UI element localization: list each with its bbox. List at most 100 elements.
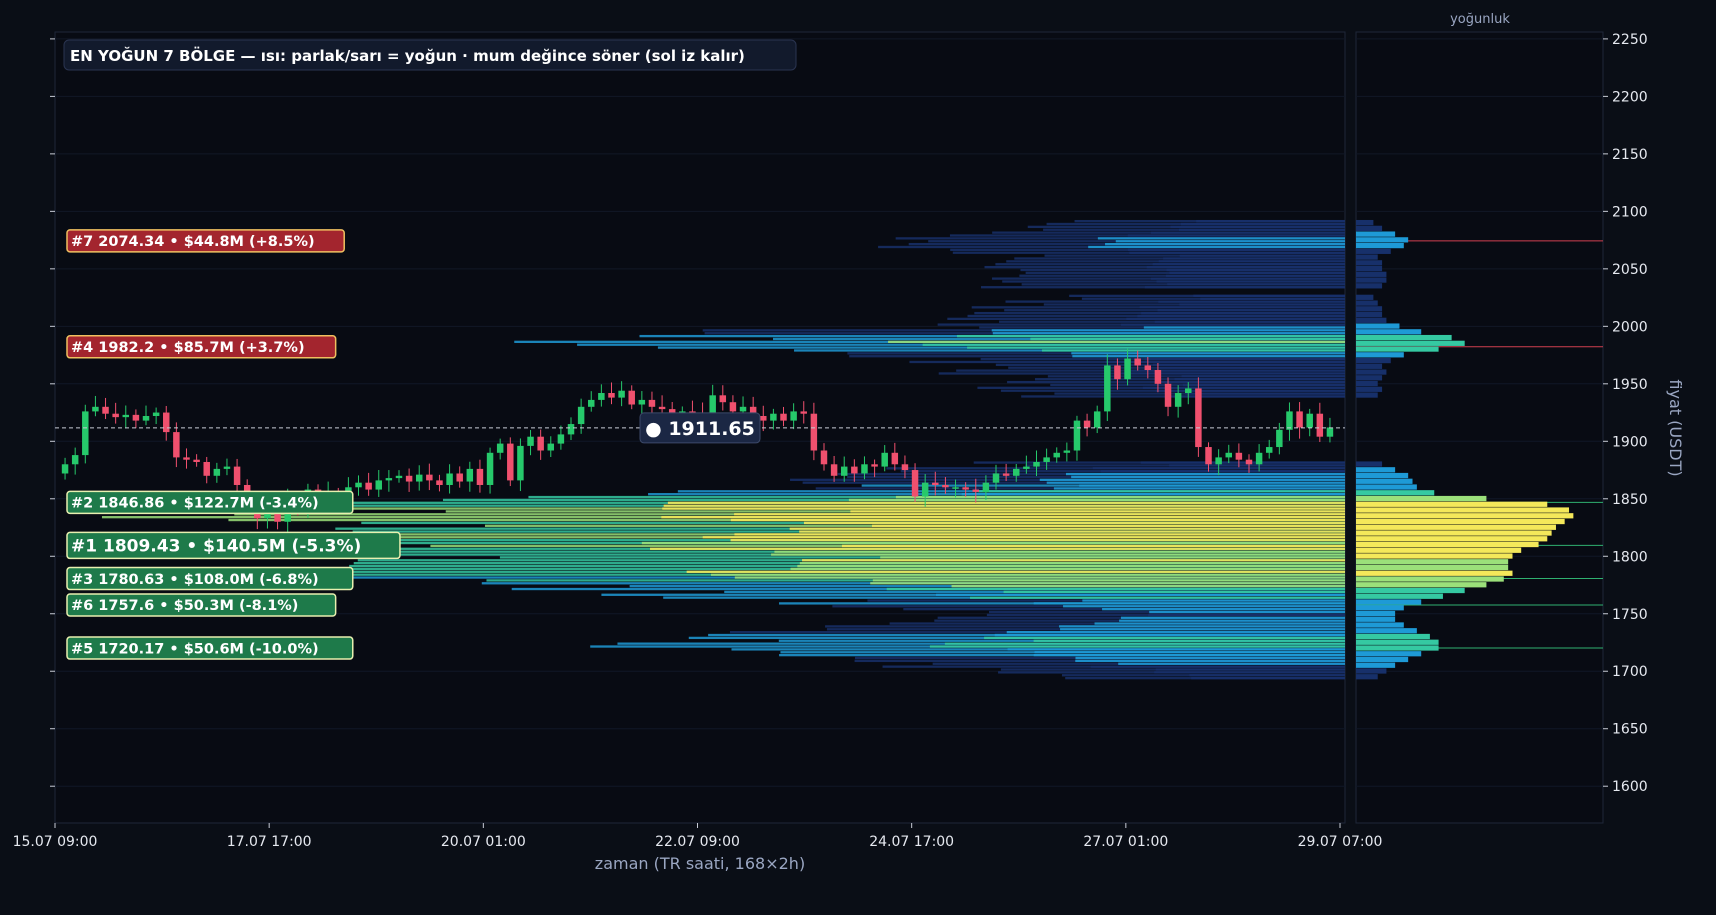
- heat-band-core: [1033, 639, 1345, 642]
- candle-body: [1063, 450, 1071, 453]
- candle-body: [800, 411, 807, 414]
- heat-band-core: [1154, 671, 1345, 674]
- density-bar: [1356, 536, 1548, 542]
- density-bar: [1356, 530, 1552, 536]
- candle-body: [173, 432, 180, 458]
- density-bar: [1356, 576, 1504, 582]
- heat-band-core: [1155, 668, 1345, 671]
- density-bar: [1356, 242, 1404, 249]
- candle-body: [1225, 452, 1232, 458]
- heat-band-core: [1071, 352, 1345, 355]
- heat-band-core: [1154, 320, 1345, 323]
- candle-body: [952, 487, 959, 489]
- heat-band-core: [1166, 395, 1345, 398]
- y-tick-label: 2150: [1612, 147, 1648, 163]
- y-tick-label: 2250: [1612, 32, 1648, 48]
- candle-body: [142, 416, 150, 421]
- candle-body: [213, 468, 221, 476]
- candle-body: [547, 443, 555, 451]
- y-tick-label: 1900: [1612, 434, 1648, 450]
- heat-band-core: [1079, 484, 1345, 487]
- heat-band-core: [1046, 481, 1345, 484]
- candle-body: [71, 455, 79, 465]
- heat-band-core: [1090, 665, 1345, 668]
- heat-band-core: [1075, 659, 1345, 663]
- candle-body: [577, 406, 585, 425]
- candle-body: [426, 474, 433, 481]
- density-bar: [1356, 363, 1383, 369]
- candle-body: [830, 464, 838, 476]
- heat-band-core: [667, 501, 1345, 504]
- density-bar: [1356, 329, 1422, 335]
- density-bar: [1356, 334, 1452, 341]
- heat-band-core: [1065, 472, 1345, 476]
- x-tick-label: 29.07 07:00: [1298, 834, 1383, 850]
- candle-body: [1124, 358, 1131, 380]
- heat-band-core: [871, 524, 1345, 527]
- candle-body: [1164, 383, 1172, 407]
- density-bar: [1356, 472, 1409, 479]
- zone-label-rank-2: #2 1846.86 • $122.7M (-3.4%): [71, 496, 319, 512]
- y-tick-label: 1600: [1612, 779, 1648, 795]
- density-bar: [1356, 346, 1439, 352]
- candle-body: [608, 393, 615, 398]
- heat-band-core: [1144, 357, 1345, 361]
- candle-body: [982, 482, 990, 492]
- candle-body: [1114, 365, 1121, 380]
- candle-body: [729, 402, 737, 412]
- heat-band-core: [702, 536, 1345, 539]
- candle-body: [1083, 420, 1091, 428]
- candle-body: [1043, 457, 1050, 462]
- candle-body: [1296, 411, 1303, 428]
- candle-body: [385, 478, 393, 481]
- heat-band-core: [1127, 234, 1345, 237]
- heat-band-core: [870, 582, 1345, 585]
- heat-band-core: [1159, 366, 1345, 369]
- density-bar: [1356, 639, 1439, 645]
- candle-body: [810, 413, 818, 451]
- candle-body: [496, 443, 504, 453]
- y-tick-label: 1750: [1612, 607, 1648, 623]
- heat-band-core: [850, 510, 1345, 513]
- heat-band-core: [1143, 326, 1345, 329]
- heat-band-core: [1156, 280, 1345, 283]
- heat-band-core: [1003, 590, 1345, 594]
- heat-band-core: [1152, 363, 1345, 366]
- candle-body: [598, 393, 605, 400]
- heat-band-core: [1063, 605, 1345, 608]
- candle-body: [1154, 370, 1162, 384]
- heat-band-core: [961, 493, 1345, 496]
- candle-body: [932, 482, 939, 485]
- heat-band-core: [994, 633, 1345, 637]
- candle-body: [446, 473, 453, 485]
- heat-band-core: [1189, 674, 1345, 677]
- heat-band-core: [1179, 254, 1345, 257]
- heat-band-core: [1115, 240, 1345, 243]
- heat-band-core: [1105, 360, 1345, 364]
- candle-body: [1286, 411, 1293, 430]
- heat-band-core: [1041, 349, 1345, 352]
- candle-body: [618, 390, 625, 398]
- candle-body: [466, 468, 474, 482]
- candle-body: [183, 457, 190, 460]
- density-bar: [1356, 317, 1387, 323]
- density-bar: [1356, 610, 1396, 617]
- heat-band-core: [1129, 251, 1345, 254]
- y-tick-label: 1650: [1612, 722, 1648, 738]
- heat-band-core: [641, 541, 1345, 545]
- candle-body: [1073, 420, 1081, 451]
- density-bar: [1356, 605, 1404, 611]
- candle-body: [739, 406, 747, 412]
- heat-band-core: [1158, 260, 1345, 263]
- density-bar: [1356, 306, 1383, 312]
- density-bar: [1356, 616, 1396, 622]
- density-bar: [1356, 225, 1383, 231]
- candle-body: [203, 461, 210, 476]
- heat-band-core: [1167, 283, 1345, 286]
- y-tick-label: 2000: [1612, 319, 1648, 335]
- candle-body: [840, 466, 848, 476]
- density-bar: [1356, 547, 1522, 553]
- heat-band-core: [1157, 309, 1345, 312]
- candle-body: [163, 412, 170, 433]
- density-bar: [1356, 541, 1539, 548]
